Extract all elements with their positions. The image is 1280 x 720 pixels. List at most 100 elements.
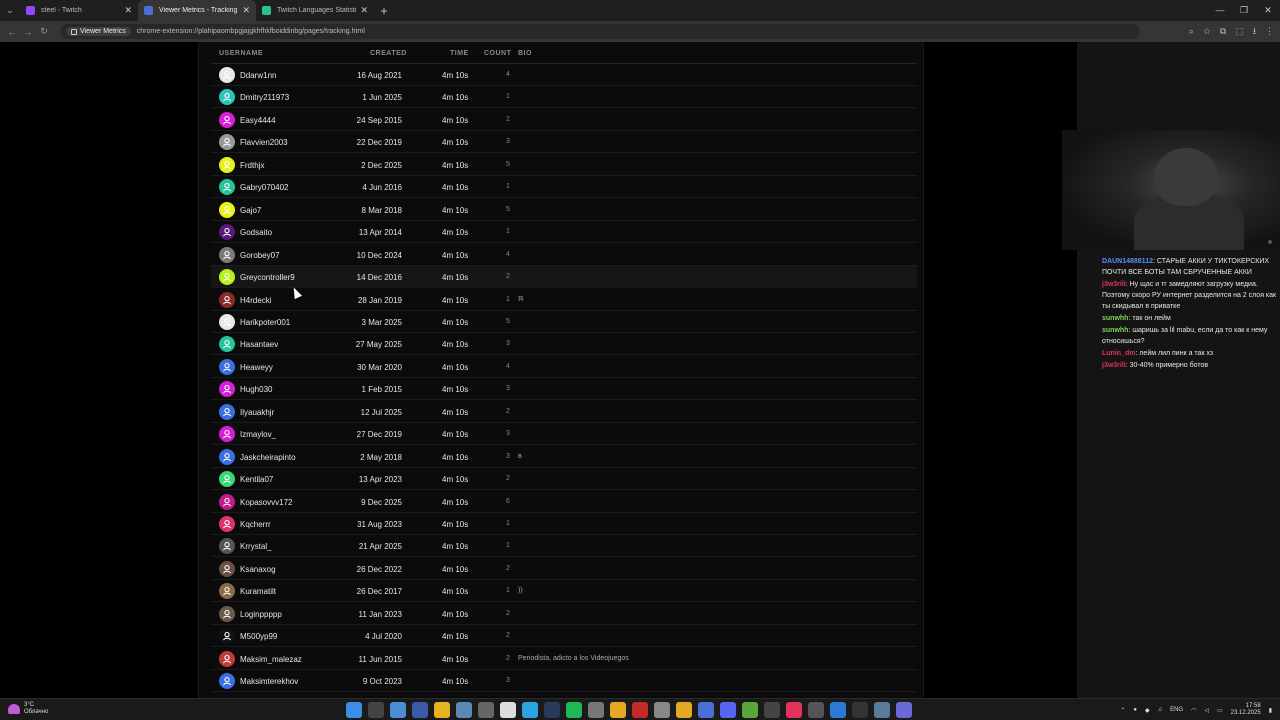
username-cell[interactable]: Gajo7 (240, 206, 261, 215)
chrome-icon[interactable] (610, 702, 626, 718)
bookmark-star-icon[interactable]: ☆ (1203, 26, 1211, 37)
username-cell[interactable]: Gabry070402 (240, 183, 288, 192)
tab-twitch-languages[interactable]: Twitch Languages Statistics - Tw ✕ (256, 0, 374, 21)
table-row[interactable]: Jaskcheirapinto 2 May 2018 4m 10s 3 в (211, 446, 917, 468)
app-icon[interactable] (654, 702, 670, 718)
tray-app-icon[interactable]: ◆ (1145, 707, 1150, 714)
volume-icon[interactable]: ◁ (1204, 707, 1209, 714)
table-row[interactable]: Kopasovvv172 9 Dec 2025 4m 10s 6 (211, 491, 917, 513)
username-cell[interactable]: Jaskcheirapinto (240, 453, 296, 462)
header-created[interactable]: CREATED (370, 50, 407, 57)
game-icon[interactable] (632, 702, 648, 718)
table-row[interactable]: Ddarw1nn 16 Aug 2021 4m 10s 4 (211, 64, 917, 86)
chat-nick[interactable]: Lunin_dm (1102, 350, 1135, 357)
app-icon[interactable] (786, 702, 802, 718)
username-cell[interactable]: Loginppppp (240, 610, 282, 619)
tab-search-icon[interactable]: ⌄ (0, 0, 20, 21)
table-row[interactable]: Easy4444 24 Sep 2015 4m 10s 2 (211, 109, 917, 131)
username-cell[interactable]: Ddarw1nn (240, 71, 276, 80)
table-row[interactable]: Frdthjx 2 Dec 2025 4m 10s 5 (211, 154, 917, 176)
chat-nick[interactable]: sunwhh (1102, 315, 1128, 322)
username-cell[interactable]: Ksanaxog (240, 565, 276, 574)
table-row[interactable]: Gabry070402 4 Jun 2016 4m 10s 1 (211, 176, 917, 199)
username-cell[interactable]: Maksimterekhov (240, 677, 298, 686)
wifi-icon[interactable]: ◠ (1191, 707, 1196, 714)
username-cell[interactable]: Kuramatilt (240, 587, 276, 596)
forward-icon[interactable]: → (20, 27, 36, 37)
table-row[interactable]: Krrystal_ 21 Apr 2025 4m 10s 1 (211, 535, 917, 558)
start-icon[interactable] (346, 702, 362, 718)
table-row[interactable]: Dmitry211973 1 Jun 2025 4m 10s 1 (211, 86, 917, 109)
username-cell[interactable]: Flavvien2003 (240, 138, 288, 147)
back-icon[interactable]: ← (4, 27, 20, 37)
header-bio[interactable]: BIO (518, 50, 532, 57)
app-icon[interactable] (676, 702, 692, 718)
table-row[interactable]: Kentila07 13 Apr 2023 4m 10s 2 (211, 468, 917, 491)
site-chip[interactable]: Viewer Metrics (66, 27, 131, 36)
table-row[interactable]: Kuramatilt 26 Dec 2017 4m 10s 1)) (211, 580, 917, 603)
notepad-icon[interactable] (500, 702, 516, 718)
notifications-icon[interactable]: ▮ (1269, 707, 1272, 714)
close-icon[interactable]: ✕ (360, 5, 368, 16)
table-row[interactable]: Hasantaev 27 May 2025 4m 10s 3 (211, 333, 917, 356)
battery-icon[interactable]: ▭ (1217, 707, 1223, 714)
vscode-icon[interactable] (830, 702, 846, 718)
table-row[interactable]: Loginppppp 11 Jan 2023 4m 10s 2 (211, 603, 917, 625)
username-cell[interactable]: Greycontroller9 (240, 273, 295, 282)
mic-icon[interactable]: ♫ (1158, 707, 1163, 713)
table-row[interactable]: H4rdecki 28 Jan 2019 4m 10s 1 Я (211, 289, 917, 311)
chat-nick[interactable]: DAUN14888112 (1102, 258, 1153, 265)
username-cell[interactable]: Kentila07 (240, 475, 273, 484)
table-row[interactable]: Kqcherrr 31 Aug 2023 4m 10s 1 (211, 513, 917, 535)
settings-icon[interactable] (588, 702, 604, 718)
app-icon[interactable] (808, 702, 824, 718)
tab-steel-twitch[interactable]: steel - Twitch ✕ (20, 0, 138, 21)
username-cell[interactable]: Krrystal_ (240, 542, 272, 551)
calculator-icon[interactable] (896, 702, 912, 718)
table-row[interactable]: Ilyauakhjr 12 Jul 2025 4m 10s 2 (211, 401, 917, 423)
username-cell[interactable]: Maksim_malezaz (240, 655, 302, 664)
chat-nick[interactable]: j3w3rili (1102, 281, 1126, 288)
table-row[interactable]: Gajo7 8 Mar 2018 4m 10s 5 (211, 199, 917, 221)
maximize-icon[interactable]: ❐ (1232, 0, 1256, 21)
file-explorer-icon[interactable] (434, 702, 450, 718)
zoom-icon[interactable]: ⌕ (1189, 26, 1194, 37)
terminal-icon[interactable] (852, 702, 868, 718)
table-row[interactable]: Ksanaxog 26 Dec 2022 4m 10s 2 (211, 558, 917, 580)
tab-viewer-metrics[interactable]: Viewer Metrics - Tracking ✕ (138, 0, 256, 21)
table-row[interactable]: Hugh030 1 Feb 2015 4m 10s 3 (211, 378, 917, 401)
minecraft-icon[interactable] (742, 702, 758, 718)
discord-icon[interactable] (720, 702, 736, 718)
spotify-icon[interactable] (566, 702, 582, 718)
app-icon[interactable] (478, 702, 494, 718)
screen-icon[interactable] (456, 702, 472, 718)
translate-icon[interactable]: ⧉ (1220, 26, 1226, 37)
app-icon[interactable] (874, 702, 890, 718)
app-icon[interactable] (764, 702, 780, 718)
close-icon[interactable]: ✕ (124, 5, 132, 16)
tray-app-icon[interactable]: ● (1133, 707, 1137, 713)
chat-nick[interactable]: sunwhh (1102, 327, 1128, 334)
menu-icon[interactable]: ⋮ (1265, 26, 1274, 37)
header-username[interactable]: USERNAME (219, 50, 263, 57)
address-bar[interactable]: Viewer Metrics chrome-extension://plahip… (60, 24, 1140, 39)
username-cell[interactable]: Kqcherrr (240, 520, 271, 529)
search-icon[interactable] (368, 702, 384, 718)
username-cell[interactable]: Easy4444 (240, 116, 276, 125)
username-cell[interactable]: Gorobey07 (240, 251, 280, 260)
username-cell[interactable]: M500yp99 (240, 632, 277, 641)
username-cell[interactable]: Hugh030 (240, 385, 272, 394)
telegram-icon[interactable] (522, 702, 538, 718)
new-tab-icon[interactable]: + (374, 4, 394, 18)
terminal-icon[interactable] (412, 702, 428, 718)
steam-icon[interactable] (544, 702, 560, 718)
username-cell[interactable]: Frdthjx (240, 161, 264, 170)
browser-icon[interactable] (698, 702, 714, 718)
header-count[interactable]: COUNT (484, 50, 511, 57)
chat-nick[interactable]: j3w3rili (1102, 362, 1126, 369)
table-row[interactable]: Flavvien2003 22 Dec 2019 4m 10s 3 (211, 131, 917, 154)
table-row[interactable]: Izmaylov_ 27 Dec 2019 4m 10s 3 (211, 423, 917, 446)
username-cell[interactable]: Hasantaev (240, 340, 278, 349)
username-cell[interactable]: Harikpoter001 (240, 318, 290, 327)
username-cell[interactable]: Godsaito (240, 228, 272, 237)
